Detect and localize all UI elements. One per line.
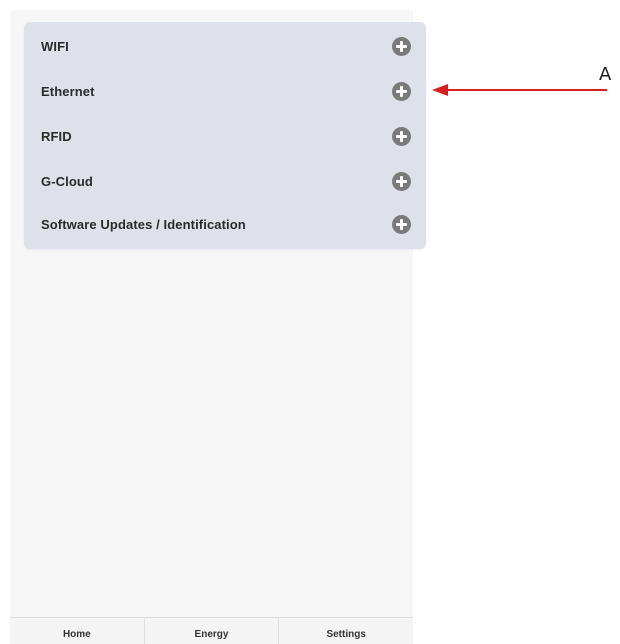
plus-circle-icon[interactable] [392, 82, 411, 101]
plus-circle-icon[interactable] [392, 172, 411, 191]
bottom-navigation: Home Energy Settings [10, 617, 413, 644]
plus-circle-icon[interactable] [392, 37, 411, 56]
settings-item-ethernet[interactable]: Ethernet [24, 69, 426, 114]
plus-circle-icon[interactable] [392, 127, 411, 146]
callout-arrow-head [432, 84, 448, 96]
settings-list: WIFI Ethernet RFID G-Cloud Software Upda… [24, 22, 426, 249]
settings-item-wifi[interactable]: WIFI [24, 24, 426, 69]
settings-item-label: RFID [41, 129, 72, 144]
tab-home[interactable]: Home [10, 618, 145, 644]
callout-label: A [599, 64, 612, 85]
settings-item-software-updates[interactable]: Software Updates / Identification [24, 202, 426, 247]
callout-arrow-line [447, 89, 607, 91]
plus-circle-icon[interactable] [392, 215, 411, 234]
settings-item-label: Software Updates / Identification [41, 217, 246, 232]
tab-energy[interactable]: Energy [145, 618, 280, 644]
app-screen: WIFI Ethernet RFID G-Cloud Software Upda… [10, 10, 426, 644]
settings-item-label: G-Cloud [41, 174, 93, 189]
settings-item-label: Ethernet [41, 84, 95, 99]
settings-item-rfid[interactable]: RFID [24, 114, 426, 159]
tab-settings[interactable]: Settings [279, 618, 413, 644]
settings-item-g-cloud[interactable]: G-Cloud [24, 159, 426, 204]
settings-item-label: WIFI [41, 39, 69, 54]
